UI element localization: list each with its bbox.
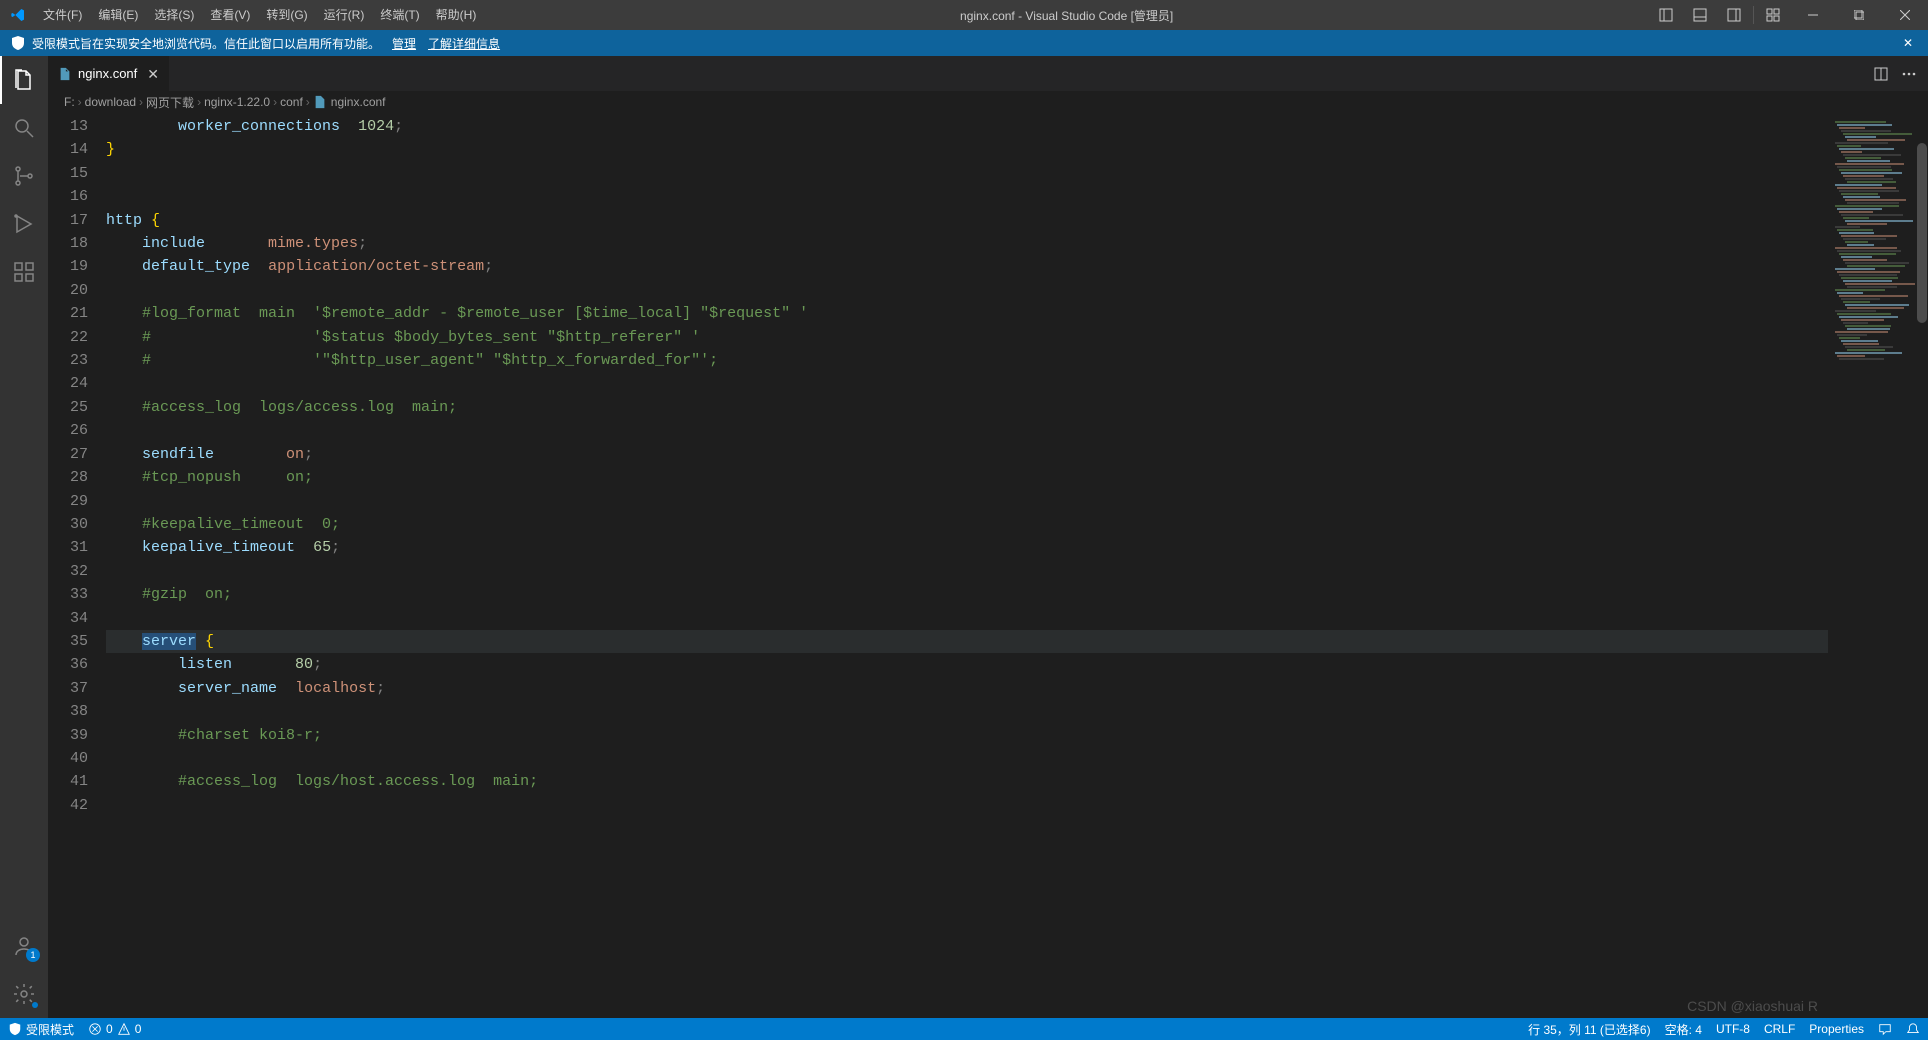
status-feedback-icon[interactable]	[1878, 1022, 1892, 1036]
tab-nginx-conf[interactable]: nginx.conf ✕	[48, 56, 170, 91]
menu-item[interactable]: 转到(G)	[258, 0, 315, 30]
activity-extensions[interactable]	[0, 248, 48, 296]
breadcrumb-item[interactable]: download	[85, 95, 136, 109]
breadcrumb-item[interactable]: conf	[280, 95, 303, 109]
layout-panel-icon[interactable]	[1683, 0, 1717, 30]
window-title: nginx.conf - Visual Studio Code [管理员]	[484, 7, 1649, 24]
status-notifications-icon[interactable]	[1906, 1022, 1920, 1036]
vscode-logo-icon	[0, 7, 35, 23]
split-editor-icon[interactable]	[1870, 63, 1892, 85]
chevron-right-icon: ›	[306, 95, 310, 109]
chevron-right-icon: ›	[139, 95, 143, 109]
activity-accounts[interactable]: 1	[0, 922, 48, 970]
code-editor[interactable]: 1314151617181920212223242526272829303132…	[48, 113, 1928, 1018]
activity-settings[interactable]	[0, 970, 48, 1018]
status-problems[interactable]: 0 0	[88, 1022, 141, 1036]
status-encoding[interactable]: UTF-8	[1716, 1022, 1750, 1036]
titlebar-right	[1649, 0, 1928, 30]
activity-search[interactable]	[0, 104, 48, 152]
banner-text: 受限模式旨在实现安全地浏览代码。信任此窗口以启用所有功能。	[32, 35, 380, 52]
chevron-right-icon: ›	[273, 95, 277, 109]
layout-sidebar-right-icon[interactable]	[1717, 0, 1751, 30]
scrollbar[interactable]	[1916, 113, 1928, 1018]
shield-icon	[8, 1022, 22, 1036]
window-maximize-button[interactable]	[1836, 0, 1882, 30]
error-icon	[88, 1022, 102, 1036]
status-indentation[interactable]: 空格: 4	[1665, 1021, 1702, 1038]
settings-badge	[32, 1002, 38, 1008]
status-restricted-mode[interactable]: 受限模式	[8, 1021, 74, 1038]
status-language-mode[interactable]: Properties	[1809, 1022, 1864, 1036]
window-close-button[interactable]	[1882, 0, 1928, 30]
activity-bar: 1	[0, 56, 48, 1018]
breadcrumb-item[interactable]: nginx.conf	[313, 95, 386, 109]
line-number-gutter: 1314151617181920212223242526272829303132…	[48, 113, 106, 1018]
more-actions-icon[interactable]	[1898, 63, 1920, 85]
customize-layout-icon[interactable]	[1756, 0, 1790, 30]
status-cursor-position[interactable]: 行 35，列 11 (已选择6)	[1528, 1021, 1650, 1038]
minimap[interactable]	[1828, 113, 1928, 1018]
menu-item[interactable]: 查看(V)	[202, 0, 258, 30]
banner-close-button[interactable]: ✕	[1898, 36, 1918, 50]
banner-more-link[interactable]: 了解详细信息	[428, 35, 500, 52]
menu-item[interactable]: 选择(S)	[146, 0, 202, 30]
scrollbar-thumb[interactable]	[1917, 143, 1927, 323]
menu-item[interactable]: 运行(R)	[316, 0, 373, 30]
titlebar: 文件(F)编辑(E)选择(S)查看(V)转到(G)运行(R)终端(T)帮助(H)…	[0, 0, 1928, 30]
tab-close-button[interactable]: ✕	[147, 67, 159, 81]
breadcrumb-item[interactable]: 网页下载	[146, 94, 194, 111]
activity-run-debug[interactable]	[0, 200, 48, 248]
editor-area: nginx.conf ✕ F:›download›网页下载›nginx-1.22…	[48, 56, 1928, 1018]
code-content[interactable]: worker_connections 1024;} http { include…	[106, 113, 1828, 1018]
accounts-badge: 1	[26, 948, 40, 962]
status-bar: 受限模式 0 0 行 35，列 11 (已选择6) 空格: 4 UTF-8 CR…	[0, 1018, 1928, 1040]
window-minimize-button[interactable]	[1790, 0, 1836, 30]
menu-item[interactable]: 终端(T)	[372, 0, 427, 30]
menu-bar: 文件(F)编辑(E)选择(S)查看(V)转到(G)运行(R)终端(T)帮助(H)	[35, 0, 484, 30]
file-icon	[58, 67, 72, 81]
breadcrumb-item[interactable]: F:	[64, 95, 75, 109]
menu-item[interactable]: 文件(F)	[35, 0, 90, 30]
menu-item[interactable]: 帮助(H)	[428, 0, 485, 30]
banner-manage-link[interactable]: 管理	[392, 35, 416, 52]
breadcrumb[interactable]: F:›download›网页下载›nginx-1.22.0›conf›nginx…	[48, 91, 1928, 113]
breadcrumb-item[interactable]: nginx-1.22.0	[204, 95, 270, 109]
chevron-right-icon: ›	[197, 95, 201, 109]
tab-label: nginx.conf	[78, 66, 137, 81]
warning-icon	[117, 1022, 131, 1036]
shield-icon	[10, 35, 26, 51]
activity-explorer[interactable]	[0, 56, 48, 104]
status-eol[interactable]: CRLF	[1764, 1022, 1795, 1036]
chevron-right-icon: ›	[78, 95, 82, 109]
editor-tabs: nginx.conf ✕	[48, 56, 1928, 91]
file-icon	[313, 95, 327, 109]
menu-item[interactable]: 编辑(E)	[90, 0, 146, 30]
activity-source-control[interactable]	[0, 152, 48, 200]
restricted-mode-banner: 受限模式旨在实现安全地浏览代码。信任此窗口以启用所有功能。 管理 了解详细信息 …	[0, 30, 1928, 56]
layout-sidebar-left-icon[interactable]	[1649, 0, 1683, 30]
